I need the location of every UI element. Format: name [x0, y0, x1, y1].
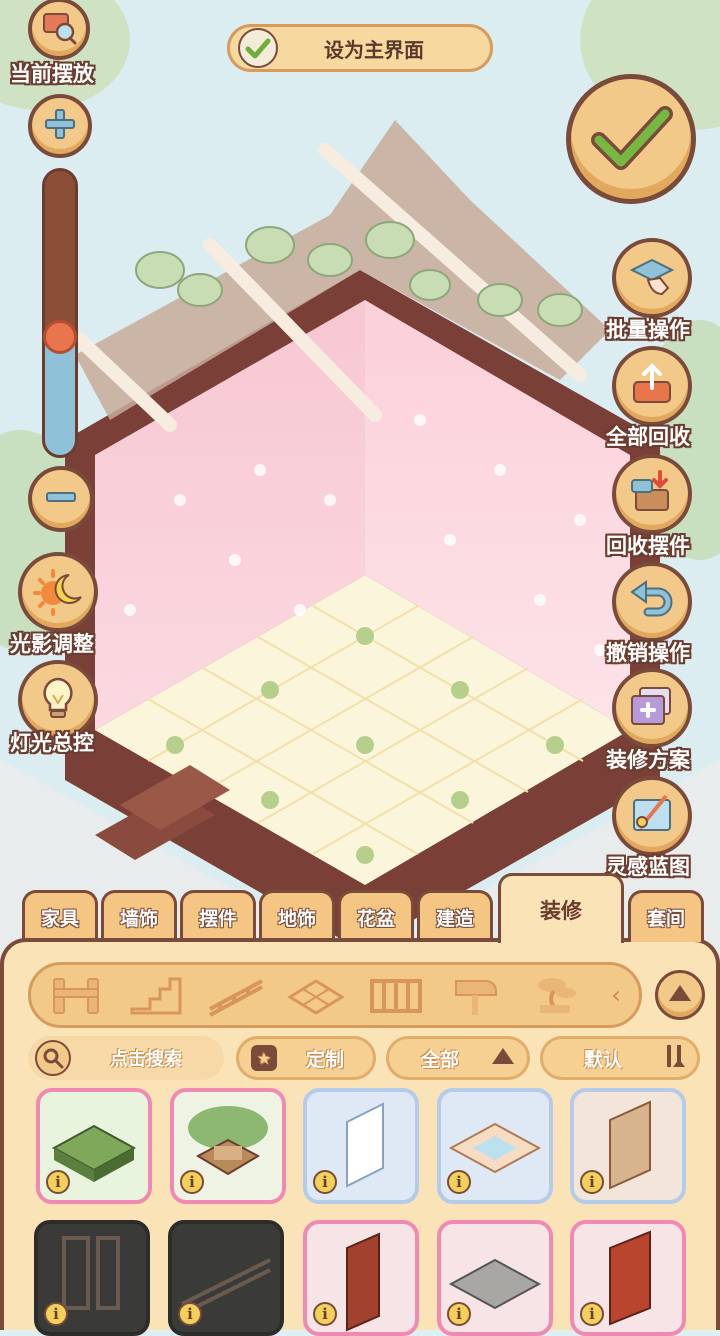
recycle-box-icon: [626, 466, 678, 522]
stairs-icon[interactable]: [126, 972, 186, 1018]
game-scene: 当前摆放 光影调整 灯光总控 设为主界面 批量操作 全部回收 回收摆件 撤销操作…: [0, 0, 720, 1336]
item-card[interactable]: i: [34, 1220, 150, 1336]
tab-suite[interactable]: 套间: [628, 890, 704, 942]
bonsai-icon[interactable]: [526, 972, 586, 1018]
plus-icon: [43, 107, 77, 145]
scheme-folder-icon: [626, 680, 678, 736]
search-icon: [35, 1040, 71, 1076]
item-card[interactable]: i: [170, 1088, 286, 1204]
decor-scheme-button[interactable]: [612, 668, 692, 748]
recycle-tray-icon: [626, 358, 678, 414]
magnifier-box-icon: [40, 8, 78, 50]
item-card[interactable]: i: [437, 1088, 553, 1204]
tab-renovation[interactable]: 装修: [498, 873, 624, 943]
batch-operation-label: 批量操作: [606, 318, 690, 342]
item-card[interactable]: i: [36, 1088, 152, 1204]
gate-fence-icon[interactable]: [366, 972, 426, 1018]
tab-floor-decor[interactable]: 地饰: [259, 890, 335, 942]
item-card[interactable]: i: [437, 1220, 553, 1336]
info-icon[interactable]: i: [180, 1170, 204, 1194]
minus-icon: [44, 480, 78, 518]
zoom-slider-fill: [45, 337, 75, 455]
recycle-decor-label: 回收摆件: [606, 534, 690, 558]
sort-label: 默认: [583, 1048, 622, 1071]
item-card[interactable]: i: [570, 1088, 686, 1204]
inspiration-blueprint-button[interactable]: [612, 776, 692, 856]
item-card[interactable]: i: [303, 1220, 419, 1336]
undo-button[interactable]: [612, 562, 692, 642]
undo-label: 撤销操作: [606, 641, 690, 665]
confirm-button[interactable]: [566, 74, 696, 204]
tab-build[interactable]: 建造: [417, 890, 493, 942]
info-icon[interactable]: i: [447, 1302, 471, 1326]
item-card[interactable]: i: [168, 1220, 284, 1336]
zoom-slider-handle[interactable]: [43, 320, 77, 354]
batch-hand-icon: [626, 250, 678, 306]
item-card[interactable]: i: [303, 1088, 419, 1204]
info-icon[interactable]: i: [313, 1302, 337, 1326]
chevron-left-icon[interactable]: ‹: [596, 972, 636, 1018]
tab-flowerpots[interactable]: 花盆: [338, 890, 414, 942]
zoom-out-button[interactable]: [28, 466, 94, 532]
search-placeholder: 点击搜索: [110, 1049, 182, 1070]
recycle-decor-button[interactable]: [612, 454, 692, 534]
info-icon[interactable]: i: [313, 1170, 337, 1194]
zoom-slider-track[interactable]: [42, 168, 78, 458]
recycle-all-label: 全部回收: [606, 425, 690, 449]
fence-icon[interactable]: [46, 972, 106, 1018]
undo-arrow-icon: [626, 574, 678, 630]
lighting-adjust-label: 光影调整: [10, 632, 94, 656]
roof-tile-icon[interactable]: [286, 972, 346, 1018]
triangle-up-icon: [491, 1047, 515, 1070]
custom-filter-button[interactable]: ★ 定制: [236, 1036, 376, 1080]
railing-icon[interactable]: [206, 972, 266, 1018]
batch-operation-button[interactable]: [612, 238, 692, 318]
category-filter-dropdown[interactable]: 全部: [386, 1036, 530, 1080]
zoom-in-button[interactable]: [28, 94, 92, 158]
lighting-adjust-button[interactable]: [18, 552, 98, 632]
set-main-screen-button[interactable]: 设为主界面: [227, 24, 493, 72]
blueprint-icon: [626, 788, 678, 844]
category-filter-label: 全部: [420, 1048, 459, 1071]
info-icon[interactable]: i: [178, 1302, 202, 1326]
search-input[interactable]: 点击搜索: [28, 1036, 224, 1080]
info-icon[interactable]: i: [46, 1170, 70, 1194]
tab-furniture[interactable]: 家具: [22, 890, 98, 942]
info-icon[interactable]: i: [44, 1302, 68, 1326]
check-icon: [238, 28, 278, 68]
decor-scheme-label: 装修方案: [606, 748, 690, 772]
item-card[interactable]: i: [570, 1220, 686, 1336]
sort-arrows-icon: [663, 1043, 685, 1074]
sun-moon-icon: [31, 563, 85, 621]
mailbox-icon[interactable]: [446, 972, 506, 1018]
lightbulb-icon: [33, 673, 83, 727]
star-badge-icon: ★: [251, 1045, 277, 1071]
big-check-icon: [589, 102, 673, 176]
tab-wall-decor[interactable]: 墙饰: [101, 890, 177, 942]
collapse-panel-button[interactable]: [655, 970, 705, 1020]
info-icon[interactable]: i: [580, 1302, 604, 1326]
triangle-up-icon: [667, 983, 693, 1007]
current-placement-button[interactable]: [28, 0, 90, 60]
current-placement-label: 当前摆放: [10, 62, 94, 86]
custom-filter-label: 定制: [305, 1048, 344, 1071]
info-icon[interactable]: i: [580, 1170, 604, 1194]
sort-dropdown[interactable]: 默认: [540, 1036, 700, 1080]
info-icon[interactable]: i: [447, 1170, 471, 1194]
tab-ornaments[interactable]: 摆件: [180, 890, 256, 942]
recycle-all-button[interactable]: [612, 346, 692, 426]
light-master-label: 灯光总控: [10, 731, 94, 755]
set-main-screen-label: 设为主界面: [324, 37, 424, 62]
